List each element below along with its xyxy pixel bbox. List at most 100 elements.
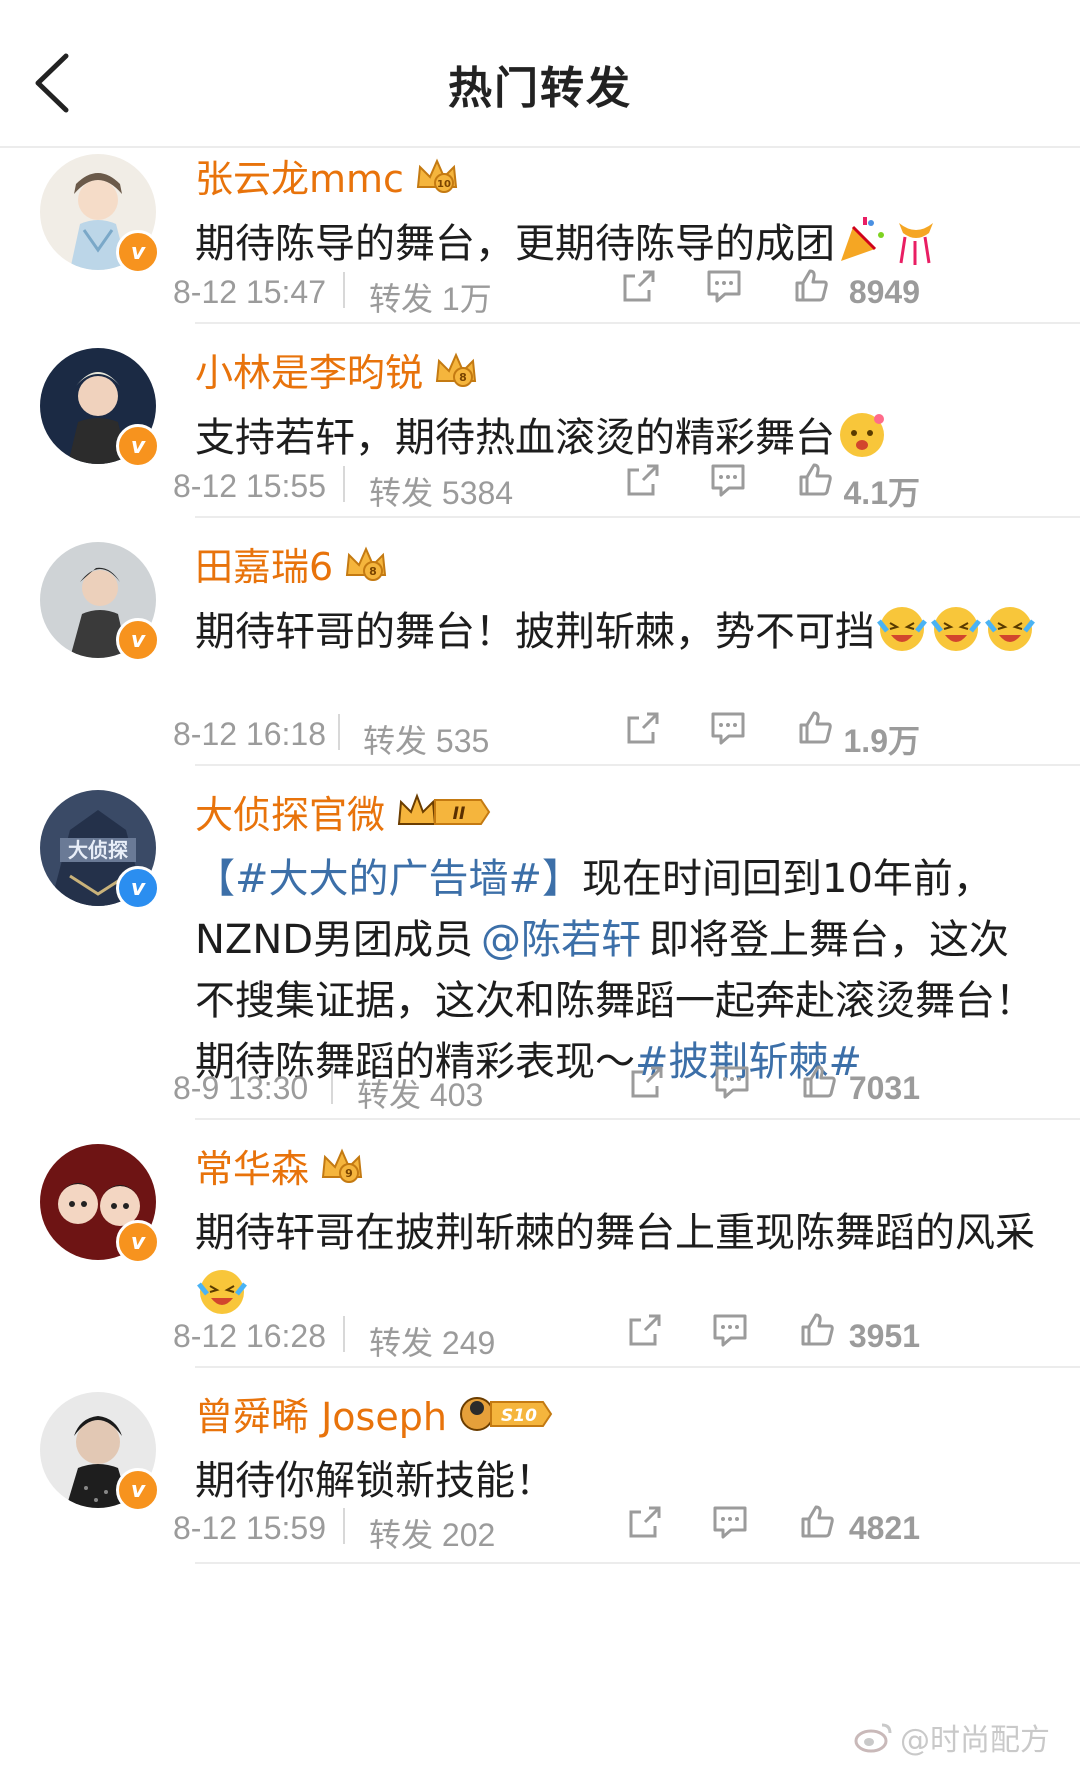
repost-count[interactable]: 转发 5384 — [369, 468, 513, 514]
vip-crown-icon: 8 — [435, 352, 477, 387]
post-text: 期待轩哥在披荆斩棘的舞台上重现陈舞蹈的风采 — [195, 1210, 1035, 1256]
post-meta: 8-12 15:47 转发 1万 8949 — [173, 264, 920, 320]
svg-text:8: 8 — [459, 371, 467, 384]
avatar[interactable]: 大侦探 v — [40, 790, 160, 910]
vip-crown-icon: 9 — [321, 1148, 363, 1183]
vip-crown-icon: S10 — [459, 1396, 553, 1431]
avatar[interactable]: v — [40, 154, 160, 274]
like-count: 7031 — [848, 1070, 920, 1106]
post-text: 【#大大的广告墙#】现在时间回到10年前，NZND男团成员 @陈若轩 即将登上舞台，… — [195, 856, 1035, 1085]
timestamp: 8-12 15:55 — [173, 468, 327, 504]
list-item[interactable]: v 张云龙mmc 10 期待陈导的舞台，更期待陈导的成团 8-12 15:47 … — [0, 148, 1080, 343]
timestamp: 8-12 15:59 — [173, 1510, 327, 1546]
comment-icon[interactable] — [709, 462, 747, 498]
like-icon[interactable] — [797, 710, 833, 746]
divider — [195, 764, 1080, 766]
username[interactable]: 曾舜晞 Joseph — [195, 1386, 447, 1441]
comment-icon[interactable] — [711, 1504, 749, 1540]
avatar[interactable]: v — [40, 542, 160, 662]
divider — [195, 322, 1080, 324]
comment-icon[interactable] — [713, 1064, 751, 1100]
verified-badge-icon: v — [116, 1468, 160, 1512]
list-item[interactable]: v 常华森 9 期待轩哥在披荆斩棘的舞台上重现陈舞蹈的风采 8-12 16:28… — [0, 1138, 1080, 1384]
share-icon[interactable] — [627, 1312, 663, 1348]
svg-text:8: 8 — [369, 565, 377, 578]
repost-count[interactable]: 转发 249 — [369, 1318, 495, 1364]
post-text: 期待你解锁新技能！ — [195, 1458, 555, 1504]
divider — [195, 1562, 1080, 1564]
like-count: 1.9万 — [843, 723, 921, 759]
timestamp: 8-12 16:18 — [173, 716, 327, 752]
mention-link[interactable]: @陈若轩 — [481, 917, 641, 963]
comment-icon[interactable] — [705, 268, 743, 304]
blush-face-icon — [840, 413, 884, 457]
like-icon[interactable] — [799, 1504, 835, 1540]
list-item[interactable]: v 田嘉瑞6 8 期待轩哥的舞台！披荆斩棘，势不可挡 8-12 16:18 转发… — [0, 536, 1080, 784]
username[interactable]: 张云龙mmc — [195, 148, 404, 203]
verified-badge-icon: v — [116, 424, 160, 468]
vip-crown-icon: 10 — [416, 158, 458, 193]
svg-text:9: 9 — [345, 1167, 353, 1180]
repost-count[interactable]: 转发 202 — [369, 1510, 495, 1556]
share-icon[interactable] — [621, 268, 657, 304]
top-bar: 热门转发 — [0, 0, 1080, 148]
share-icon[interactable] — [627, 1504, 663, 1540]
username[interactable]: 常华森 — [195, 1138, 309, 1193]
avatar[interactable]: v — [40, 348, 160, 468]
laugh-cry-face-icon — [931, 607, 981, 651]
list-item[interactable]: v 曾舜晞 Joseph S10 期待你解锁新技能！ 8-12 15:59 转发… — [0, 1386, 1080, 1582]
username[interactable]: 小林是李昀锐 — [195, 342, 423, 397]
page-title: 热门转发 — [448, 63, 632, 114]
avatar[interactable]: v — [40, 1392, 160, 1512]
party-popper-icon — [841, 217, 884, 261]
timestamp: 8-12 16:28 — [173, 1318, 327, 1354]
post-meta: 8-9 13:30 转发 403 7031 — [173, 1060, 920, 1116]
repost-count[interactable]: 转发 403 — [357, 1070, 483, 1116]
share-icon[interactable] — [625, 462, 661, 498]
like-icon[interactable] — [801, 1064, 837, 1100]
like-count: 3951 — [848, 1318, 920, 1354]
like-icon[interactable] — [797, 462, 833, 498]
verified-badge-icon: v — [116, 866, 160, 910]
laugh-cry-face-icon — [877, 607, 927, 651]
like-icon[interactable] — [793, 268, 829, 304]
like-icon[interactable] — [799, 1312, 835, 1348]
post-text: 支持若轩，期待热血滚烫的精彩舞台 — [195, 415, 835, 461]
post-meta: 8-12 15:55 转发 5384 4.1万 — [173, 458, 920, 514]
comment-icon[interactable] — [711, 1312, 749, 1348]
weibo-logo-icon — [854, 1723, 892, 1753]
divider — [195, 1118, 1080, 1120]
post-text: 期待轩哥的舞台！披荆斩棘，势不可挡 — [195, 609, 875, 655]
post-meta: 8-12 15:59 转发 202 4821 — [173, 1500, 920, 1556]
post-meta: 8-12 16:28 转发 249 3951 — [173, 1308, 920, 1364]
avatar[interactable]: v — [40, 1144, 160, 1264]
hashtag-link[interactable]: 【#大大的广告墙#】 — [195, 856, 582, 902]
svg-text:大侦探: 大侦探 — [68, 838, 128, 862]
share-icon[interactable] — [629, 1064, 665, 1100]
comment-icon[interactable] — [709, 710, 747, 746]
vip-crown-icon: II — [397, 792, 491, 825]
share-icon[interactable] — [625, 710, 661, 746]
vip-crown-icon: 8 — [346, 546, 387, 581]
repost-count[interactable]: 转发 1万 — [369, 274, 492, 320]
repost-count[interactable]: 转发 535 — [363, 716, 489, 762]
divider — [195, 516, 1080, 518]
post-text: 期待陈导的舞台，更期待陈导的成团 — [195, 221, 835, 267]
crown-level-label: S10 — [501, 1406, 537, 1426]
svg-text:10: 10 — [437, 179, 451, 190]
username[interactable]: 田嘉瑞6 — [195, 536, 333, 591]
laugh-cry-face-icon — [985, 607, 1035, 651]
post-meta: 8-12 16:18 转发 535 1.9万 — [173, 706, 920, 762]
like-count: 4821 — [848, 1510, 920, 1546]
username[interactable]: 大侦探官微 — [195, 784, 385, 839]
timestamp: 8-12 15:47 — [173, 274, 327, 310]
list-item[interactable]: v 小林是李昀锐 8 支持若轩，期待热血滚烫的精彩舞台 8-12 15:55 转… — [0, 342, 1080, 537]
list-item[interactable]: 大侦探 v 大侦探官微 II 【#大大的广告墙#】现在时间回到10年前，NZND… — [0, 784, 1080, 1136]
verified-badge-icon: v — [116, 618, 160, 662]
like-count: 4.1万 — [843, 475, 921, 511]
celebration-ribbon-icon — [899, 223, 933, 265]
timestamp: 8-9 13:30 — [173, 1070, 309, 1106]
crown-level-label: II — [453, 804, 466, 824]
watermark: @时尚配方 — [854, 1715, 1050, 1759]
like-count: 8949 — [848, 274, 920, 310]
